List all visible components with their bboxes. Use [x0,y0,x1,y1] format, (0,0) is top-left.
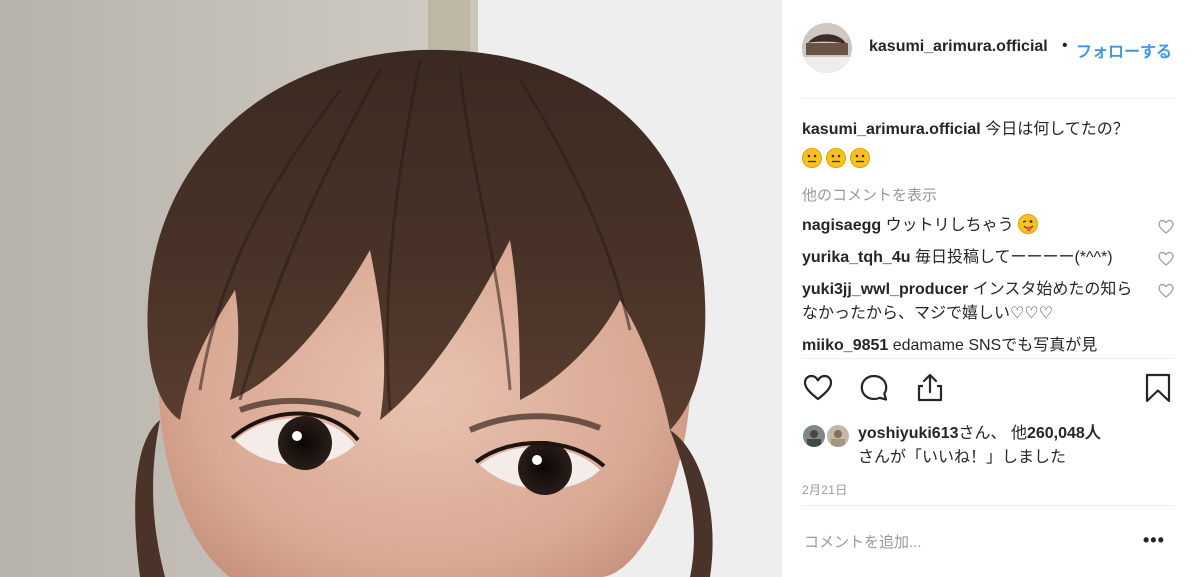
comment-username[interactable]: nagisaegg [802,217,881,234]
comment-item: yuki3jj_wwl_producer インスタ始めたの知らなかったから、マジ… [802,278,1174,326]
post-photo[interactable] [0,0,782,577]
likes-others-prefix: 他 [1010,425,1027,442]
divider [802,98,1174,99]
comment-like-icon[interactable] [1158,251,1174,267]
divider [802,358,1174,359]
post-caption: kasumi_arimura.official 今日は何してたの？ [802,118,1174,170]
avatar-image [802,23,852,73]
share-upload-icon[interactable] [914,372,946,404]
post-actions [802,372,1174,408]
post-image [0,0,782,577]
zipper-mouth-emoji-icon [802,148,822,168]
follow-button[interactable]: フォローする [1076,38,1186,62]
comment-item: miiko_9851 edamame SNSでも写真が見 [802,334,1174,358]
post-date[interactable]: 2月21日 [802,481,848,498]
comment-text: 毎日投稿してーーーー(*^^*) [914,249,1113,266]
likes-summary: yoshiyuki613さん、 他260,048人 さんが「いいね！」しました [802,422,1174,474]
liker-avatar-image [803,425,825,447]
post-side-panel: kasumi_arimura.official • フォローする kasumi_… [783,0,1200,577]
caption-emojis [802,146,1174,170]
comment-item: yurika_tqh_4u 毎日投稿してーーーー(*^^*) [802,246,1174,270]
likes-count[interactable]: 260,048人 [1027,425,1101,442]
zipper-mouth-emoji-icon [850,148,870,168]
likes-suffix-2: さんが「いいね！」しました [858,449,1067,466]
winking-tongue-emoji-icon [1018,214,1039,234]
divider [802,505,1174,506]
add-comment-input[interactable]: コメントを追加... [804,531,922,552]
comment-like-icon[interactable] [1158,283,1174,299]
heart-outline-icon[interactable] [802,372,834,404]
post-header: kasumi_arimura.official • フォローする [802,20,1174,78]
comment-username[interactable]: miiko_9851 [802,337,888,354]
caption-text: 今日は何してたの？ [985,121,1129,138]
author-avatar[interactable] [802,23,852,73]
liker-avatar[interactable] [826,424,850,448]
comment-text: ウットリしちゃう [885,217,1014,234]
liker-username[interactable]: yoshiyuki613 [858,425,959,442]
likes-text: yoshiyuki613さん、 他260,048人 さんが「いいね！」しました [858,422,1174,470]
comment-item: nagisaegg ウットリしちゃう [802,214,1174,238]
author-username[interactable]: kasumi_arimura.official [869,38,1059,56]
comment-like-icon[interactable] [1158,219,1174,235]
zipper-mouth-emoji-icon [826,148,846,168]
load-more-comments-button[interactable]: 他のコメントを表示 [802,184,1174,206]
more-options-icon[interactable]: ••• [1143,530,1165,551]
speech-bubble-icon[interactable] [858,372,890,404]
comment-username[interactable]: yuki3jj_wwl_producer [802,281,968,298]
header-separator: • [1062,37,1068,54]
liker-avatar[interactable] [802,424,826,448]
liker-avatar-image [827,425,849,447]
bookmark-icon[interactable] [1142,372,1174,404]
likes-suffix-1: さん、 [958,425,1007,442]
caption-username[interactable]: kasumi_arimura.official [802,121,981,138]
comment-username[interactable]: yurika_tqh_4u [802,249,910,266]
comment-text: edamame SNSでも写真が見 [892,337,1098,354]
comments-list[interactable]: kasumi_arimura.official 今日は何してたの？ 他のコメント… [802,108,1174,358]
